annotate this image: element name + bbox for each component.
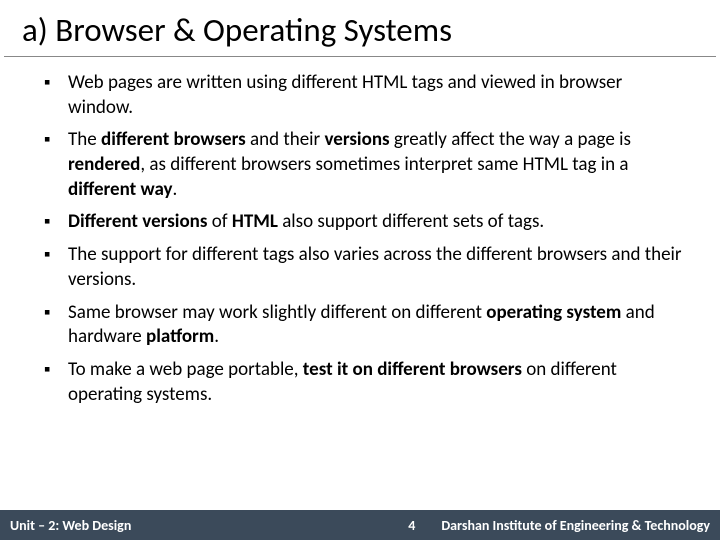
footer-institute: Darshan Institute of Engineering & Techn… <box>441 517 720 534</box>
bold-text: different way <box>68 178 173 201</box>
bold-text: operating system <box>486 301 621 324</box>
text-run: The <box>68 128 101 151</box>
bullet-item: Same browser may work slightly different… <box>44 301 684 350</box>
footer-bar: Unit – 2: Web Design 4 Darshan Institute… <box>0 510 720 540</box>
text-run: . <box>214 325 219 348</box>
bullet-item: The support for different tags also vari… <box>44 243 684 292</box>
text-run: of <box>207 210 231 233</box>
text-run: . <box>173 178 178 201</box>
bullet-item: Web pages are written using different HT… <box>44 71 684 120</box>
text-run: The support for different tags also vari… <box>68 243 682 291</box>
slide-content: Web pages are written using different HT… <box>0 57 720 407</box>
bold-text: test it on different browsers <box>303 358 522 381</box>
bullet-item: Different versions of HTML also support … <box>44 210 684 235</box>
text-run: greatly affect the way a page is <box>390 128 631 151</box>
text-run: To make a web page portable, <box>68 358 303 381</box>
slide: a) Browser & Operating Systems Web pages… <box>0 0 720 540</box>
footer-page-number: 4 <box>382 517 441 534</box>
bold-text: rendered <box>68 153 140 176</box>
text-run: , as different browsers sometimes interp… <box>140 153 628 176</box>
bold-text: versions <box>324 128 389 151</box>
text-run: Same browser may work slightly different… <box>68 301 486 324</box>
bold-text: Different versions <box>68 210 207 233</box>
slide-title: a) Browser & Operating Systems <box>4 0 716 57</box>
bold-text: different browsers <box>101 128 246 151</box>
bold-text: HTML <box>232 210 278 233</box>
bullet-item: The different browsers and their version… <box>44 128 684 202</box>
footer-unit: Unit – 2: Web Design <box>0 517 131 534</box>
text-run: also support different sets of tags. <box>278 210 544 233</box>
bold-text: platform <box>146 325 214 348</box>
bullet-item: To make a web page portable, test it on … <box>44 358 684 407</box>
text-run: Web pages are written using different HT… <box>68 71 622 119</box>
text-run: and their <box>246 128 325 151</box>
bullet-list: Web pages are written using different HT… <box>44 71 684 407</box>
